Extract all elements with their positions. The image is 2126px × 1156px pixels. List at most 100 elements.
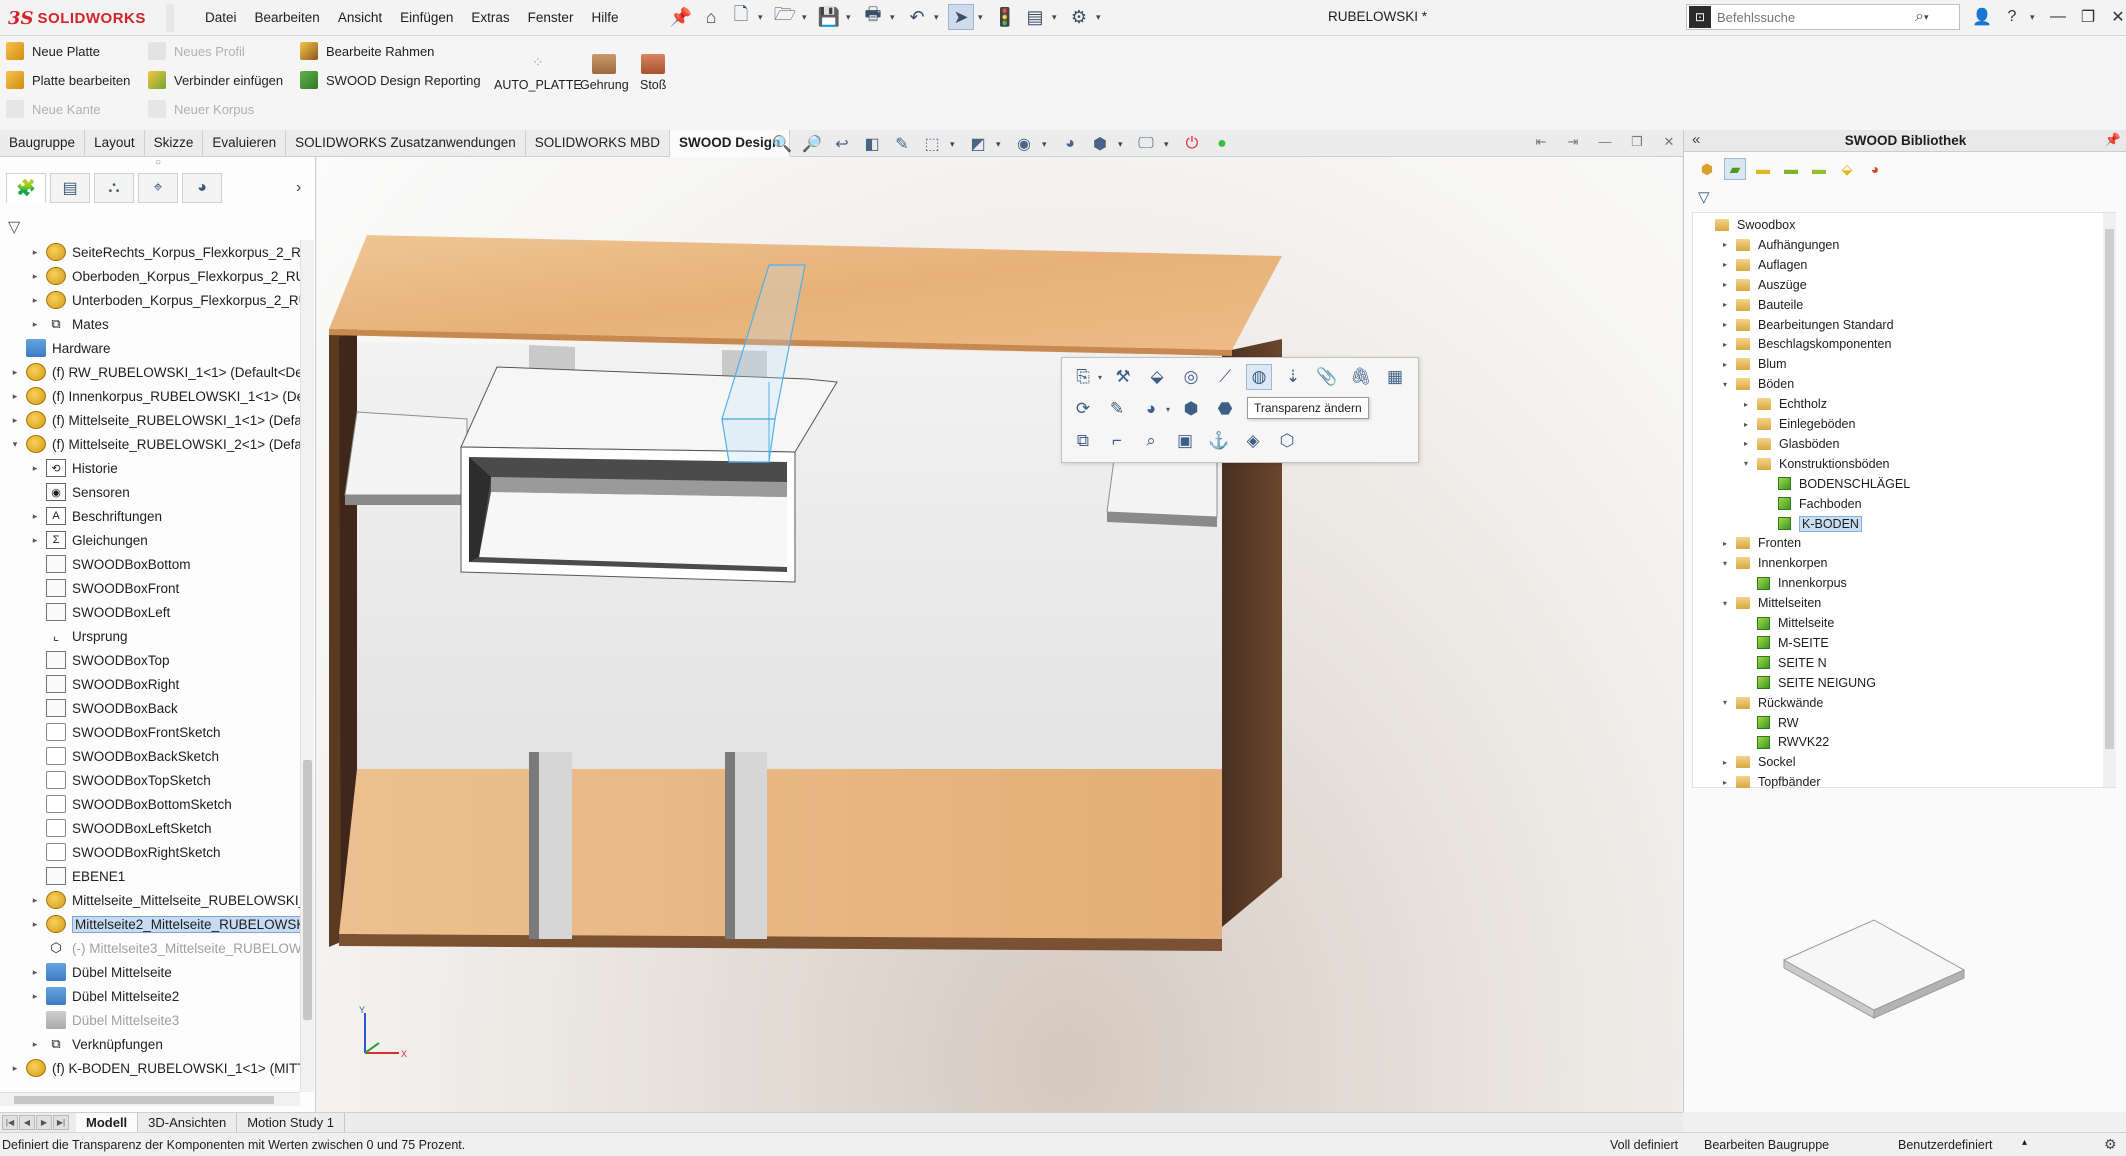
expand-arrow-icon[interactable]: ▾: [1718, 559, 1732, 568]
library-folder[interactable]: ▸ Auflagen: [1718, 255, 1807, 275]
scrollbar-thumb[interactable]: [303, 760, 312, 1020]
expand-arrow-icon[interactable]: ▸: [8, 1063, 22, 1074]
library-part[interactable]: SEITE NEIGUNG: [1739, 673, 1876, 693]
expand-arrow-icon[interactable]: ▸: [1718, 539, 1732, 548]
design-reporting-button[interactable]: SWOOD Design Reporting: [300, 67, 481, 93]
search-dropdown-icon[interactable]: ▾: [1924, 12, 1934, 23]
rebuild-status-icon[interactable]: ⚙: [2104, 1136, 2117, 1153]
tree-item[interactable]: ▸ Mittelseite2_Mittelseite_RUBELOWSKI: [28, 912, 300, 936]
tree-item[interactable]: ▸ Unterboden_Korpus_Flexkorpus_2_RU: [28, 288, 300, 312]
open-dropdown-icon[interactable]: ▾: [802, 12, 812, 23]
expand-arrow-icon[interactable]: ▸: [28, 895, 42, 906]
tree-item[interactable]: ▸ (f) K-BODEN_RUBELOWSKI_1<1> (MITTE-: [8, 1056, 300, 1080]
bottom-tab-1[interactable]: 3D-Ansichten: [138, 1113, 238, 1132]
mate-icon[interactable]: ⚒: [1110, 364, 1136, 390]
menu-2[interactable]: Ansicht: [329, 7, 391, 28]
menu-0[interactable]: Datei: [196, 7, 246, 28]
tree-item[interactable]: SWOODBoxFrontSketch: [28, 720, 221, 744]
options-dropdown-icon[interactable]: ▾: [1096, 12, 1106, 23]
viewport-restore-icon[interactable]: ❐: [1626, 134, 1648, 154]
library-part[interactable]: Fachboden: [1760, 494, 1862, 514]
expand-arrow-icon[interactable]: ▸: [1718, 320, 1732, 329]
rotate-component-icon[interactable]: ⟳: [1070, 396, 1096, 422]
zoom-selection-icon[interactable]: ⌕: [1138, 428, 1164, 454]
open-folder-icon[interactable]: 🗁: [772, 4, 798, 30]
expand-arrow-icon[interactable]: ▸: [1739, 400, 1753, 409]
command-search[interactable]: ⊡ ⌕ ▾: [1686, 4, 1960, 30]
tree-item[interactable]: SWOODBoxFront: [28, 576, 179, 600]
select-cursor-icon[interactable]: ➤: [948, 4, 974, 30]
library-folder[interactable]: ▸ Fronten: [1718, 533, 1801, 553]
library-folder[interactable]: ▸ Glasböden: [1739, 434, 1839, 454]
library-components-icon[interactable]: ⬢: [1696, 158, 1718, 180]
search-icon[interactable]: ⌕: [1915, 8, 1924, 26]
isolate-icon[interactable]: ◎: [1178, 364, 1204, 390]
library-folder[interactable]: ▸ Beschlagskomponenten: [1718, 334, 1891, 354]
auto-plate-button[interactable]: ⁘ AUTO_PLATTE: [494, 54, 582, 92]
pin-icon[interactable]: 📌: [668, 4, 694, 30]
restore-icon[interactable]: ❐: [2076, 5, 2100, 29]
edit-plate-button[interactable]: Platte bearbeiten: [6, 67, 130, 93]
expand-arrow-icon[interactable]: ▾: [1739, 459, 1753, 468]
zoom-to-fit-icon[interactable]: 🔍: [770, 134, 794, 154]
expand-arrow-icon[interactable]: ▸: [1718, 758, 1732, 767]
minimize-icon[interactable]: —: [2046, 5, 2070, 29]
hide-component-icon[interactable]: ⟋: [1212, 364, 1238, 390]
print-dropdown-icon[interactable]: ▾: [890, 12, 900, 23]
tree-item[interactable]: ▸ Dübel Mittelseite2: [28, 984, 179, 1008]
undo-icon[interactable]: ↶: [904, 4, 930, 30]
library-folder[interactable]: ▸ Echtholz: [1739, 394, 1827, 414]
box-view-icon[interactable]: ⬡: [1274, 428, 1300, 454]
feature-tree-tab-icon[interactable]: 🧩: [6, 173, 46, 203]
cabinet-3d-model[interactable]: [317, 157, 1682, 1112]
expand-arrow-icon[interactable]: ▸: [28, 967, 42, 978]
tree-item[interactable]: ▸ ⧉ Mates: [28, 312, 109, 336]
file-properties-icon[interactable]: ▤: [1022, 4, 1048, 30]
normal-to-icon[interactable]: ◈: [1240, 428, 1266, 454]
bottom-panel[interactable]: [339, 769, 1222, 939]
tab-5[interactable]: SOLIDWORKS MBD: [526, 130, 671, 157]
new-carcass-button[interactable]: Neuer Korpus: [148, 96, 254, 122]
expand-arrow-icon[interactable]: ▸: [28, 271, 42, 282]
library-folder[interactable]: ▾ Böden: [1718, 374, 1794, 394]
status-units[interactable]: Benutzerdefiniert: [1898, 1138, 1993, 1152]
tree-item[interactable]: SWOODBoxTopSketch: [28, 768, 211, 792]
color-edit-icon[interactable]: ⬣: [1212, 396, 1238, 422]
section-view-icon[interactable]: ◧: [860, 134, 884, 154]
expand-arrow-icon[interactable]: ▸: [1718, 360, 1732, 369]
tree-filter-icon[interactable]: ▽: [8, 217, 20, 237]
menu-6[interactable]: Hilfe: [582, 7, 627, 28]
left-upper-shelf[interactable]: [344, 411, 468, 496]
close-icon[interactable]: ✕: [2106, 5, 2126, 29]
expand-arrow-icon[interactable]: ▸: [28, 535, 42, 546]
rebuild-ok-icon[interactable]: ●: [1210, 134, 1234, 154]
tree-item[interactable]: SWOODBoxBottom: [28, 552, 191, 576]
expand-arrow-icon[interactable]: ▸: [8, 391, 22, 402]
scrollbar-thumb[interactable]: [2105, 229, 2114, 749]
viewport-next-icon[interactable]: ⇥: [1562, 134, 1584, 154]
properties-dropdown-icon[interactable]: ▾: [1052, 12, 1062, 23]
tab-0[interactable]: Baugruppe: [0, 130, 86, 157]
display-style-dropdown-icon[interactable]: ▾: [996, 139, 1006, 150]
hide-show-dropdown-icon[interactable]: ▾: [1042, 139, 1052, 150]
viewport-close-icon[interactable]: ✕: [1658, 134, 1680, 154]
library-folder[interactable]: ▸ Bearbeitungen Standard: [1718, 315, 1894, 335]
expand-arrow-icon[interactable]: ▸: [8, 367, 22, 378]
new-profile-button[interactable]: Neues Profil: [148, 38, 245, 64]
traffic-light-icon[interactable]: 🚦: [992, 4, 1018, 30]
expand-arrow-icon[interactable]: ▸: [1739, 439, 1753, 448]
expand-arrow-icon[interactable]: ▸: [28, 1039, 42, 1050]
tabs-more-arrow-icon[interactable]: ›: [296, 179, 301, 197]
pin-panel-icon[interactable]: 📌: [2105, 132, 2121, 148]
library-scrollbar[interactable]: [2103, 213, 2116, 787]
attach-multiple-icon[interactable]: 🖇: [1348, 364, 1374, 390]
insert-connector-button[interactable]: Verbinder einfügen: [148, 67, 283, 93]
change-transparency-icon[interactable]: ◍: [1246, 364, 1273, 390]
library-folder[interactable]: ▸ Einlegeböden: [1739, 414, 1855, 434]
library-folder[interactable]: ▸ Bauteile: [1718, 295, 1803, 315]
copy-component-icon[interactable]: ⧉: [1070, 428, 1096, 454]
library-part[interactable]: Innenkorpus: [1739, 573, 1847, 593]
last-tab-icon[interactable]: ▶|: [53, 1115, 69, 1130]
new-edge-button[interactable]: Neue Kante: [6, 96, 101, 122]
edit-frame-button[interactable]: Bearbeite Rahmen: [300, 38, 434, 64]
